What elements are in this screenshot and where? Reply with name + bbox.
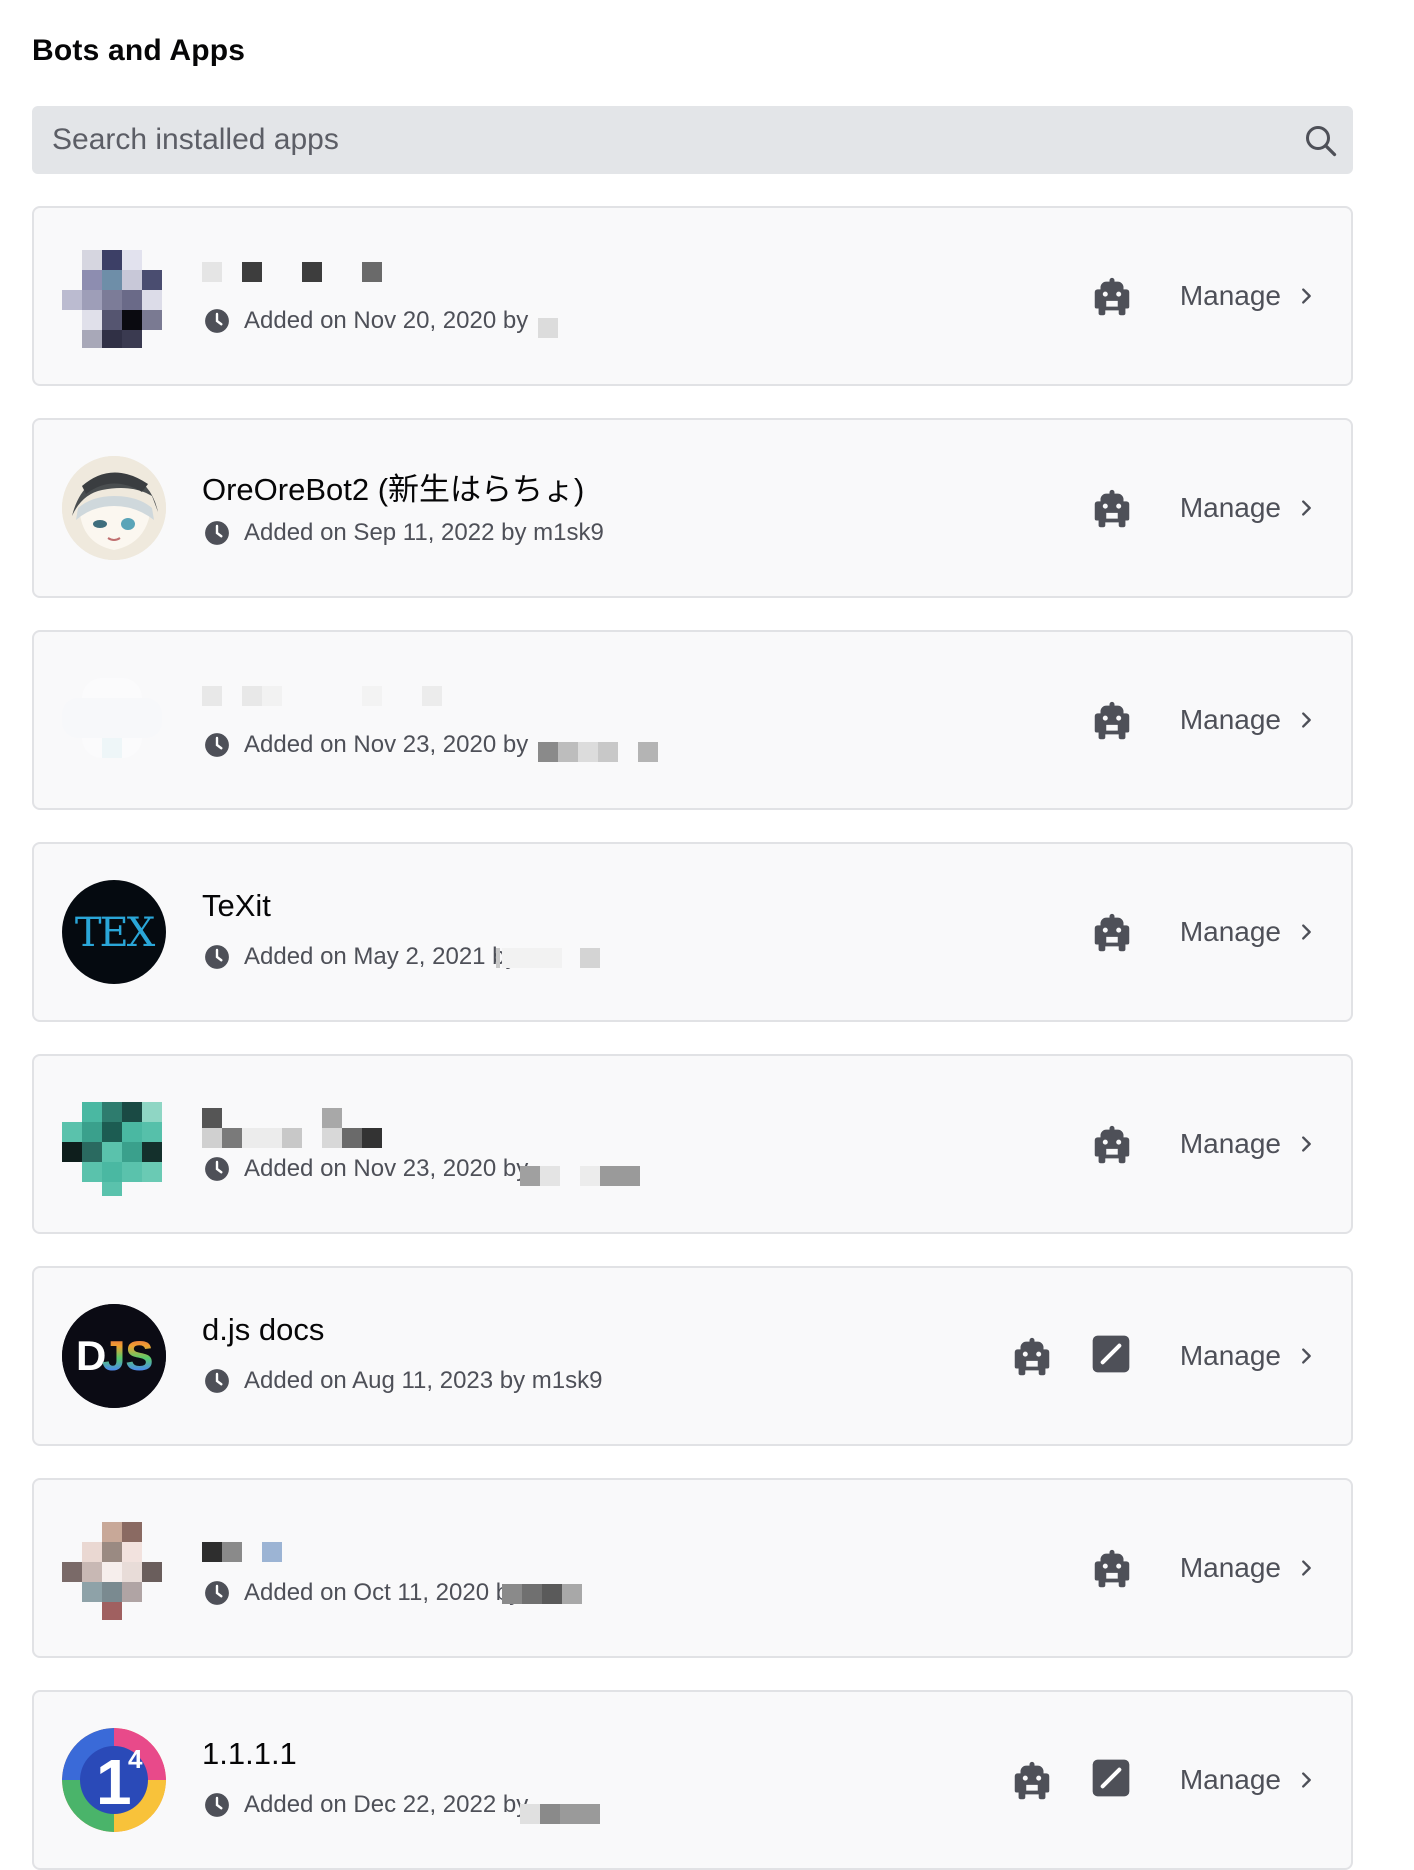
app-avatar: TEX	[62, 880, 166, 984]
manage-label: Manage	[1179, 916, 1281, 947]
app-avatar	[62, 456, 166, 560]
manage-label: Manage	[1179, 1552, 1281, 1583]
chevron-right-icon	[1302, 1560, 1311, 1576]
manage-button[interactable]: Manage	[1180, 1126, 1317, 1162]
manage-label: Manage	[1179, 1764, 1281, 1795]
redacted-app-name	[202, 1542, 282, 1562]
app-card[interactable]: Added on Nov 23, 2020 by Manage	[32, 1054, 1353, 1234]
bot-icon	[1094, 1125, 1130, 1164]
clock-icon	[205, 1581, 229, 1605]
app-added-info: Added on Nov 23, 2020 by	[204, 730, 528, 760]
slash-command-icon	[1092, 1759, 1130, 1797]
app-added-info: Added on Oct 11, 2020 by	[204, 1578, 521, 1608]
app-card[interactable]: Added on Nov 20, 2020 by Manage	[32, 206, 1353, 386]
clock-icon	[205, 1369, 229, 1393]
bot-icon	[1094, 913, 1130, 952]
texit-logo: TEX	[74, 910, 155, 956]
app-name: d.js docs	[202, 1312, 325, 1347]
manage-button[interactable]: Manage	[1180, 1550, 1317, 1586]
app-added-info: Added on Nov 20, 2020 by	[204, 306, 528, 336]
app-card[interactable]: Added on Oct 11, 2020 by Manage	[32, 1478, 1353, 1658]
app-name: TeXit	[202, 888, 271, 923]
added-text: Added on Aug 11, 2023 by m1sk9	[244, 1367, 603, 1394]
redacted-app-name	[202, 686, 442, 708]
manage-button[interactable]: Manage	[1180, 914, 1317, 950]
chevron-right-icon	[1302, 500, 1311, 516]
app-card[interactable]: OreOreBot2 (新生はらちょ) Added on Sep 11, 202…	[32, 418, 1353, 598]
chevron-right-icon	[1302, 924, 1311, 940]
clock-icon	[205, 309, 229, 333]
app-avatar	[62, 1516, 166, 1620]
redacted-username	[520, 1804, 600, 1824]
added-text: Added on Nov 23, 2020 by	[244, 731, 529, 758]
manage-label: Manage	[1179, 1128, 1281, 1159]
app-name: 1.1.1.1	[202, 1736, 297, 1771]
slash-command-icon	[1092, 1335, 1130, 1373]
manage-button[interactable]: Manage	[1180, 702, 1317, 738]
clock-icon	[205, 1157, 229, 1181]
page-title: Bots and Apps	[32, 34, 246, 67]
clock-icon	[205, 733, 229, 757]
app-added-info: Added on Nov 23, 2020 by	[204, 1154, 528, 1184]
app-avatar: 1 4	[62, 1728, 166, 1832]
redacted-username	[496, 948, 610, 968]
svg-text:4: 4	[128, 1744, 143, 1774]
bot-icon	[1014, 1761, 1050, 1800]
manage-label: Manage	[1179, 1340, 1281, 1371]
manage-button[interactable]: Manage	[1180, 490, 1317, 526]
svg-text:1: 1	[96, 1746, 132, 1818]
chevron-right-icon	[1302, 712, 1311, 728]
manage-button[interactable]: Manage	[1180, 1338, 1317, 1374]
app-card[interactable]: D JS d.js docs Added on Aug 11, 2023 by …	[32, 1266, 1353, 1446]
bot-icon	[1014, 1337, 1050, 1376]
app-card[interactable]: 1 4 1.1.1.1 Added on Dec 22, 2022 by Man…	[32, 1690, 1353, 1870]
manage-button[interactable]: Manage	[1180, 278, 1317, 314]
search-bar[interactable]	[32, 106, 1353, 174]
redacted-app-name	[202, 1108, 382, 1148]
chevron-right-icon	[1302, 1772, 1311, 1788]
clock-icon	[205, 521, 229, 545]
cloudflare-1111-logo: 1 4	[62, 1728, 166, 1832]
bot-icon	[1094, 701, 1130, 740]
bot-icon	[1094, 489, 1130, 528]
clock-icon	[205, 945, 229, 969]
app-card[interactable]: TEX TeXit Added on May 2, 2021 by Manage	[32, 842, 1353, 1022]
app-avatar: D JS	[62, 1304, 166, 1408]
redacted-username	[538, 742, 660, 762]
chevron-right-icon	[1302, 1136, 1311, 1152]
app-added-info: Added on May 2, 2021 by	[204, 942, 518, 972]
redacted-app-name	[202, 262, 402, 284]
search-input[interactable]	[32, 106, 1282, 174]
added-text: Added on Dec 22, 2022 by	[244, 1791, 529, 1818]
manage-button[interactable]: Manage	[1180, 1762, 1317, 1798]
app-added-info: Added on Aug 11, 2023 by m1sk9	[204, 1366, 603, 1396]
added-text: Added on Oct 11, 2020 by	[244, 1579, 522, 1606]
app-avatar	[62, 1092, 166, 1196]
manage-label: Manage	[1179, 492, 1281, 523]
added-text: Added on May 2, 2021 by	[244, 943, 518, 970]
svg-text:JS: JS	[102, 1332, 153, 1379]
chevron-right-icon	[1302, 288, 1311, 304]
app-card[interactable]: Added on Nov 23, 2020 by Manage	[32, 630, 1353, 810]
app-avatar	[62, 244, 166, 348]
redacted-username	[538, 318, 558, 338]
app-avatar	[62, 668, 166, 772]
redacted-username	[520, 1166, 642, 1186]
app-added-info: Added on Sep 11, 2022 by m1sk9	[204, 518, 604, 548]
djs-logo: D JS	[62, 1304, 166, 1408]
manage-label: Manage	[1179, 704, 1281, 735]
bot-icon	[1094, 1549, 1130, 1588]
app-added-info: Added on Dec 22, 2022 by	[204, 1790, 528, 1820]
added-text: Added on Nov 20, 2020 by	[244, 307, 529, 334]
redacted-username	[502, 1584, 582, 1604]
bot-icon	[1094, 277, 1130, 316]
app-name: OreOreBot2 (新生はらちょ)	[202, 472, 585, 507]
search-icon[interactable]	[1303, 123, 1339, 159]
chevron-right-icon	[1302, 1348, 1311, 1364]
added-text: Added on Nov 23, 2020 by	[244, 1155, 529, 1182]
clock-icon	[205, 1793, 229, 1817]
manage-label: Manage	[1179, 280, 1281, 311]
added-text: Added on Sep 11, 2022 by m1sk9	[244, 519, 604, 546]
